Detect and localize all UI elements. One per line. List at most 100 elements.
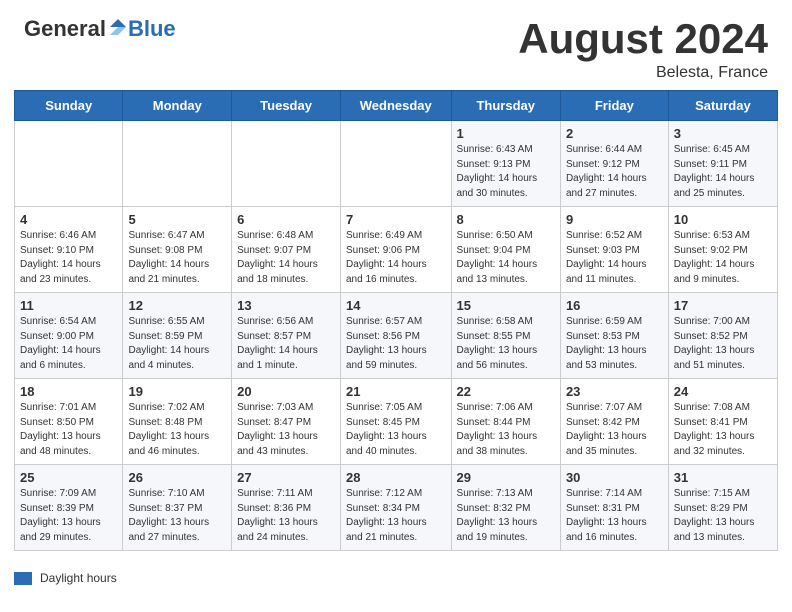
day-number: 27 (237, 470, 335, 485)
day-detail: Sunrise: 6:44 AM Sunset: 9:12 PM Dayligh… (566, 143, 663, 201)
day-cell-28: 28 Sunrise: 7:12 AM Sunset: 8:34 PM Dayli… (341, 465, 452, 551)
day-detail: Sunrise: 6:54 AM Sunset: 9:00 PM Dayligh… (20, 315, 117, 373)
col-header-monday: Monday (123, 91, 232, 121)
day-cell-12: 12 Sunrise: 6:55 AM Sunset: 8:59 PM Dayli… (123, 293, 232, 379)
title-block: August 2024 Belesta, France (518, 18, 768, 82)
day-cell-3: 3 Sunrise: 6:45 AM Sunset: 9:11 PM Daylig… (668, 121, 777, 207)
day-number: 18 (20, 384, 117, 399)
day-detail: Sunrise: 6:45 AM Sunset: 9:11 PM Dayligh… (674, 143, 772, 201)
day-cell-16: 16 Sunrise: 6:59 AM Sunset: 8:53 PM Dayli… (560, 293, 668, 379)
day-number: 15 (457, 298, 555, 313)
day-cell-5: 5 Sunrise: 6:47 AM Sunset: 9:08 PM Daylig… (123, 207, 232, 293)
col-header-wednesday: Wednesday (341, 91, 452, 121)
day-detail: Sunrise: 7:11 AM Sunset: 8:36 PM Dayligh… (237, 487, 335, 545)
day-number: 20 (237, 384, 335, 399)
calendar-header: SundayMondayTuesdayWednesdayThursdayFrid… (15, 91, 778, 121)
day-number: 4 (20, 212, 117, 227)
day-detail: Sunrise: 6:56 AM Sunset: 8:57 PM Dayligh… (237, 315, 335, 373)
day-cell-8: 8 Sunrise: 6:50 AM Sunset: 9:04 PM Daylig… (451, 207, 560, 293)
day-number: 9 (566, 212, 663, 227)
day-detail: Sunrise: 6:50 AM Sunset: 9:04 PM Dayligh… (457, 229, 555, 287)
day-cell-27: 27 Sunrise: 7:11 AM Sunset: 8:36 PM Dayli… (232, 465, 341, 551)
logo-blue-text: Blue (128, 18, 176, 40)
day-cell-9: 9 Sunrise: 6:52 AM Sunset: 9:03 PM Daylig… (560, 207, 668, 293)
col-header-saturday: Saturday (668, 91, 777, 121)
day-detail: Sunrise: 7:01 AM Sunset: 8:50 PM Dayligh… (20, 401, 117, 459)
day-number: 25 (20, 470, 117, 485)
page-title: August 2024 (518, 18, 768, 60)
day-number: 3 (674, 126, 772, 141)
day-number: 21 (346, 384, 446, 399)
day-number: 30 (566, 470, 663, 485)
day-detail: Sunrise: 7:06 AM Sunset: 8:44 PM Dayligh… (457, 401, 555, 459)
day-number: 1 (457, 126, 555, 141)
day-detail: Sunrise: 7:05 AM Sunset: 8:45 PM Dayligh… (346, 401, 446, 459)
day-detail: Sunrise: 7:08 AM Sunset: 8:41 PM Dayligh… (674, 401, 772, 459)
day-detail: Sunrise: 6:43 AM Sunset: 9:13 PM Dayligh… (457, 143, 555, 201)
col-header-friday: Friday (560, 91, 668, 121)
day-number: 12 (128, 298, 226, 313)
col-header-tuesday: Tuesday (232, 91, 341, 121)
day-cell-26: 26Sunrise: 7:10 AM Sunset: 8:37 PM Dayli… (123, 465, 232, 551)
day-detail: Sunrise: 7:12 AM Sunset: 8:34 PM Dayligh… (346, 487, 446, 545)
calendar: SundayMondayTuesdayWednesdayThursdayFrid… (0, 90, 792, 565)
page-header: General Blue August 2024 Belesta, France (0, 0, 792, 90)
day-number: 11 (20, 298, 117, 313)
day-number: 14 (346, 298, 446, 313)
day-detail: Sunrise: 6:46 AM Sunset: 9:10 PM Dayligh… (20, 229, 117, 287)
day-cell-24: 24Sunrise: 7:08 AM Sunset: 8:41 PM Dayli… (668, 379, 777, 465)
day-number: 10 (674, 212, 772, 227)
day-cell-15: 15 Sunrise: 6:58 AM Sunset: 8:55 PM Dayli… (451, 293, 560, 379)
col-header-thursday: Thursday (451, 91, 560, 121)
day-detail: Sunrise: 6:58 AM Sunset: 8:55 PM Dayligh… (457, 315, 555, 373)
day-detail: Sunrise: 6:47 AM Sunset: 9:08 PM Dayligh… (128, 229, 226, 287)
day-cell-17: 17Sunrise: 7:00 AM Sunset: 8:52 PM Dayli… (668, 293, 777, 379)
day-number: 7 (346, 212, 446, 227)
day-detail: Sunrise: 7:09 AM Sunset: 8:39 PM Dayligh… (20, 487, 117, 545)
day-cell-29: 29Sunrise: 7:13 AM Sunset: 8:32 PM Dayli… (451, 465, 560, 551)
day-number: 13 (237, 298, 335, 313)
logo: General Blue (24, 18, 176, 40)
day-cell-18: 18 Sunrise: 7:01 AM Sunset: 8:50 PM Dayli… (15, 379, 123, 465)
col-header-sunday: Sunday (15, 91, 123, 121)
day-detail: Sunrise: 7:03 AM Sunset: 8:47 PM Dayligh… (237, 401, 335, 459)
day-number: 8 (457, 212, 555, 227)
logo-general-text: General (24, 18, 106, 40)
empty-cell (123, 121, 232, 207)
legend-label: Daylight hours (40, 571, 117, 585)
day-number: 29 (457, 470, 555, 485)
day-cell-14: 14 Sunrise: 6:57 AM Sunset: 8:56 PM Dayli… (341, 293, 452, 379)
day-cell-22: 22 Sunrise: 7:06 AM Sunset: 8:44 PM Dayli… (451, 379, 560, 465)
page-location: Belesta, France (518, 64, 768, 82)
day-number: 26 (128, 470, 226, 485)
day-number: 19 (128, 384, 226, 399)
day-cell-2: 2Sunrise: 6:44 AM Sunset: 9:12 PM Daylig… (560, 121, 668, 207)
calendar-footer: Daylight hours (0, 565, 792, 593)
day-detail: Sunrise: 6:57 AM Sunset: 8:56 PM Dayligh… (346, 315, 446, 373)
day-detail: Sunrise: 6:52 AM Sunset: 9:03 PM Dayligh… (566, 229, 663, 287)
day-cell-13: 13 Sunrise: 6:56 AM Sunset: 8:57 PM Dayli… (232, 293, 341, 379)
day-detail: Sunrise: 6:59 AM Sunset: 8:53 PM Dayligh… (566, 315, 663, 373)
day-number: 16 (566, 298, 663, 313)
day-cell-30: 30Sunrise: 7:14 AM Sunset: 8:31 PM Dayli… (560, 465, 668, 551)
day-number: 22 (457, 384, 555, 399)
day-cell-20: 20 Sunrise: 7:03 AM Sunset: 8:47 PM Dayli… (232, 379, 341, 465)
day-number: 31 (674, 470, 772, 485)
day-cell-25: 25 Sunrise: 7:09 AM Sunset: 8:39 PM Dayli… (15, 465, 123, 551)
calendar-table: SundayMondayTuesdayWednesdayThursdayFrid… (14, 90, 778, 551)
day-detail: Sunrise: 7:15 AM Sunset: 8:29 PM Dayligh… (674, 487, 772, 545)
day-cell-19: 19 Sunrise: 7:02 AM Sunset: 8:48 PM Dayli… (123, 379, 232, 465)
day-cell-11: 11 Sunrise: 6:54 AM Sunset: 9:00 PM Dayli… (15, 293, 123, 379)
day-detail: Sunrise: 6:55 AM Sunset: 8:59 PM Dayligh… (128, 315, 226, 373)
day-detail: Sunrise: 7:02 AM Sunset: 8:48 PM Dayligh… (128, 401, 226, 459)
day-cell-4: 4 Sunrise: 6:46 AM Sunset: 9:10 PM Daylig… (15, 207, 123, 293)
day-cell-21: 21 Sunrise: 7:05 AM Sunset: 8:45 PM Dayli… (341, 379, 452, 465)
legend-color-box (14, 572, 32, 585)
day-cell-7: 7Sunrise: 6:49 AM Sunset: 9:06 PM Daylig… (341, 207, 452, 293)
day-number: 5 (128, 212, 226, 227)
day-detail: Sunrise: 6:53 AM Sunset: 9:02 PM Dayligh… (674, 229, 772, 287)
day-cell-23: 23Sunrise: 7:07 AM Sunset: 8:42 PM Dayli… (560, 379, 668, 465)
day-number: 28 (346, 470, 446, 485)
day-cell-6: 6Sunrise: 6:48 AM Sunset: 9:07 PM Daylig… (232, 207, 341, 293)
empty-cell (15, 121, 123, 207)
